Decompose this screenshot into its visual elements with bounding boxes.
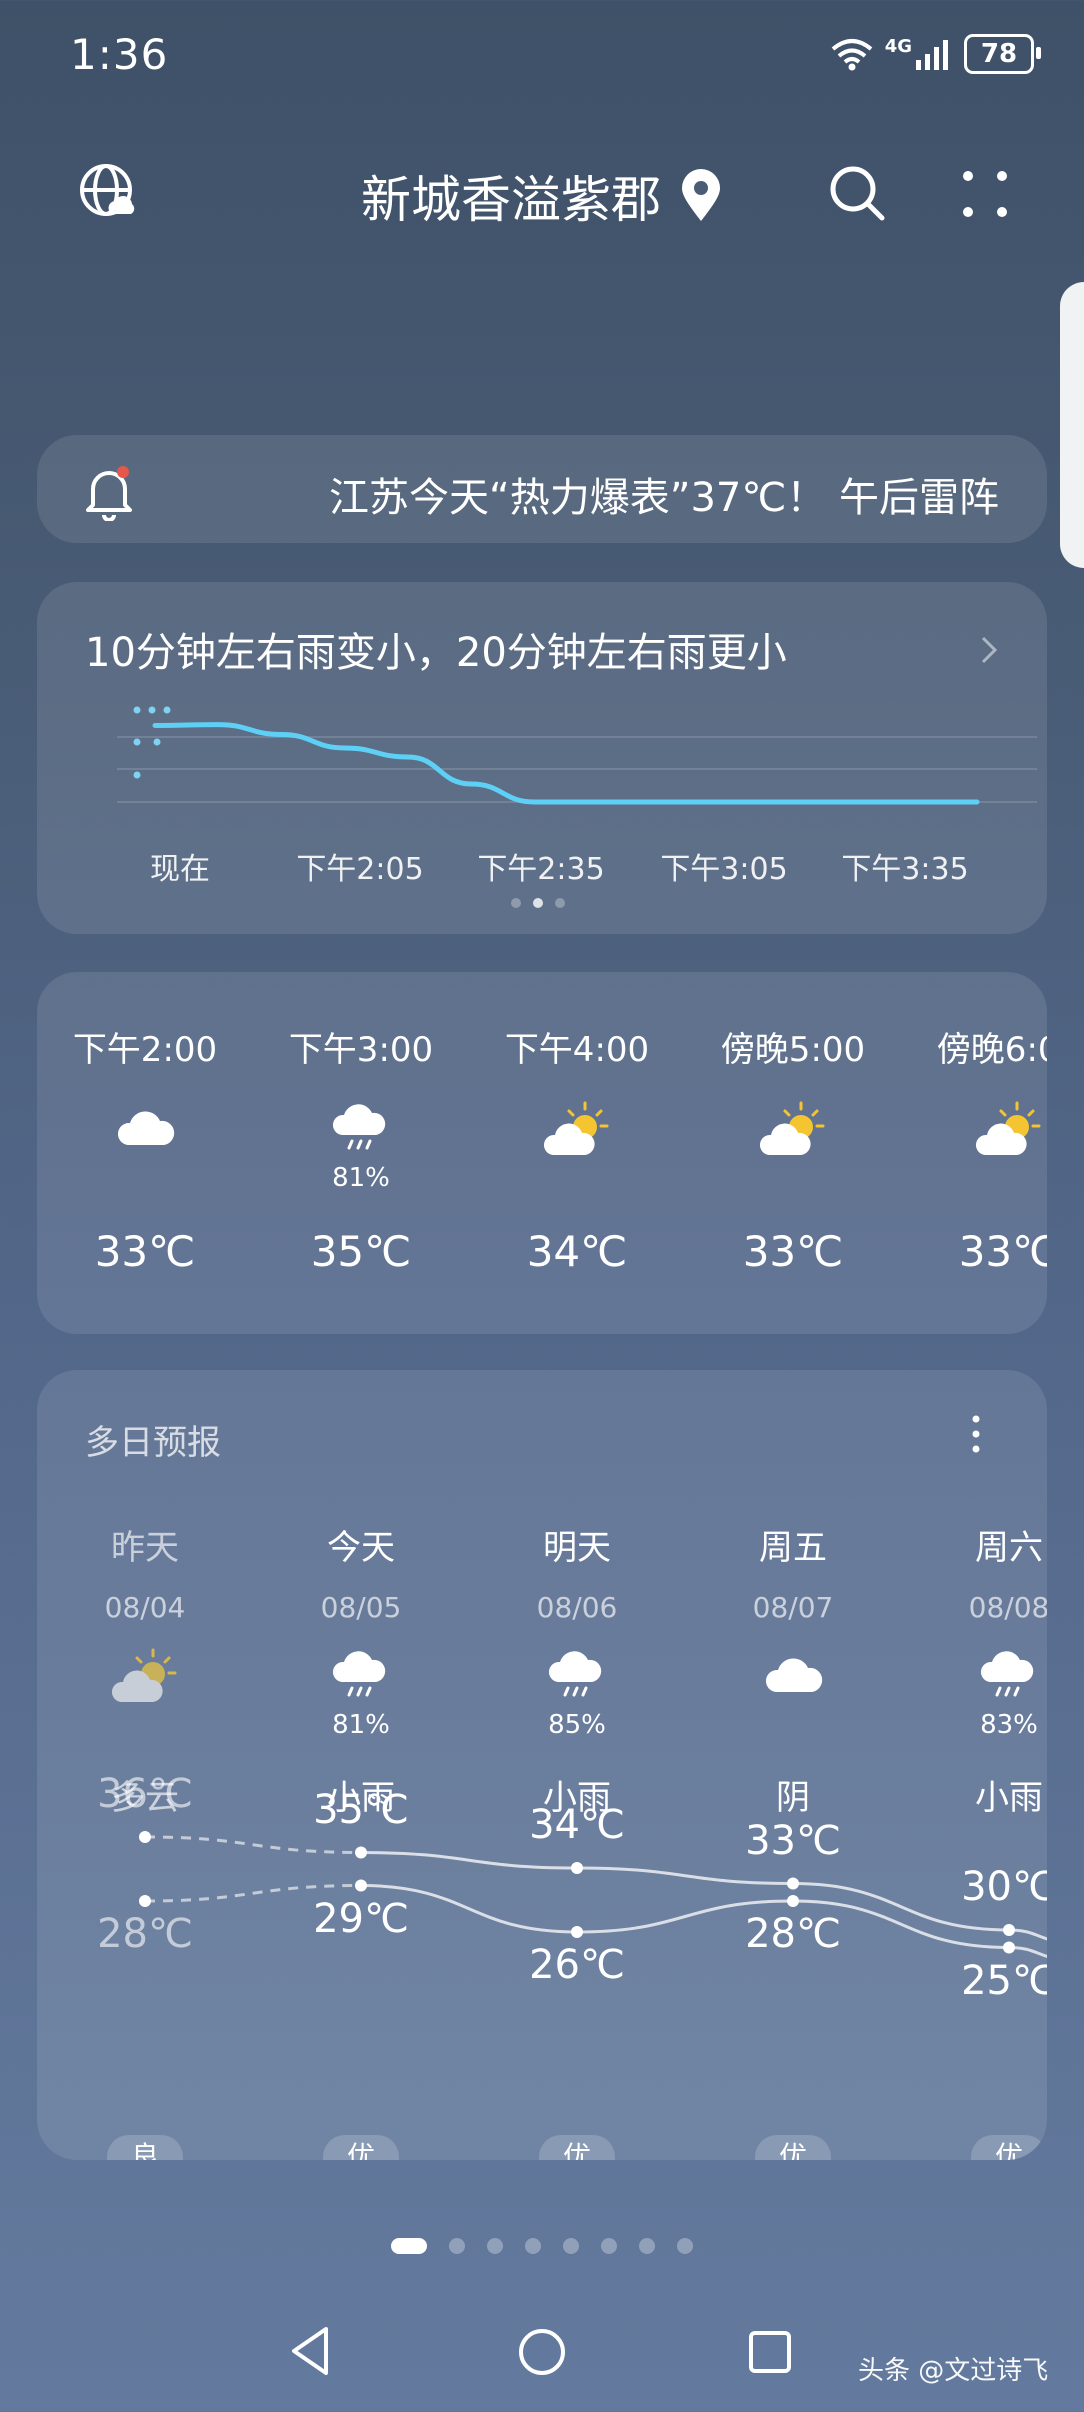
- hourly-item[interactable]: 傍晚5:00 33℃: [685, 1022, 901, 1276]
- chevron-right-icon[interactable]: [977, 632, 1001, 668]
- hour-time: 下午2:00: [72, 1030, 218, 1070]
- location-title[interactable]: 新城香溢紫郡: [0, 160, 1084, 232]
- status-time: 1:36: [70, 30, 169, 79]
- signal-icon: [916, 40, 948, 70]
- low-temp-point: [571, 1926, 583, 1938]
- watermark-text: 头条 @文过诗飞: [858, 2356, 1049, 2386]
- low-temp-label: 28℃: [97, 1911, 193, 1957]
- temperature-chart: [139, 1831, 1047, 1959]
- partly-sunny-icon: [685, 1099, 901, 1163]
- high-temp-point: [1003, 1924, 1015, 1936]
- low-temp-point: [355, 1879, 367, 1892]
- low-temp-label: 29℃: [313, 1895, 409, 1942]
- alert-text: 江苏今天“热力爆表”37℃！ 午后雷阵: [329, 475, 999, 521]
- high-temp-past-line: [144, 1835, 362, 1854]
- search-icon[interactable]: [828, 164, 888, 228]
- rain-title: 10分钟左右雨变小，20分钟左右雨更小: [85, 630, 787, 676]
- aqi-badge: 良: [107, 2135, 183, 2160]
- rain-icon: [253, 1099, 469, 1163]
- rain-time-label: 下午3:05: [660, 852, 788, 887]
- low-temp-label: 26℃: [529, 1942, 625, 1988]
- hourly-item[interactable]: 下午4:00 34℃: [469, 1022, 685, 1276]
- hour-time: 下午3:00: [288, 1030, 434, 1070]
- hourly-item[interactable]: 下午2:00 33℃: [37, 1022, 253, 1276]
- location-name: 新城香溢紫郡: [361, 171, 661, 229]
- rain-drops-icon: [133, 706, 171, 779]
- hour-time: 傍晚5:00: [720, 1030, 866, 1070]
- low-temp-label: 25℃: [961, 1957, 1047, 2004]
- low-temp-point: [1003, 1941, 1015, 1954]
- page-dot[interactable]: [391, 2238, 427, 2254]
- hourly-forecast-card[interactable]: 下午2:00 33℃ 下午3:00 81% 35℃ 下午4:00 34℃ 傍晚5:00 33℃ 傍…: [37, 972, 1047, 1334]
- page-dot[interactable]: [601, 2238, 617, 2254]
- aqi-badge: 优: [323, 2135, 399, 2160]
- side-drawer-handle[interactable]: [1060, 282, 1084, 568]
- page-dot[interactable]: [525, 2238, 541, 2254]
- more-menu-icon[interactable]: [960, 168, 1010, 224]
- hour-temp: 33℃: [958, 1227, 1047, 1276]
- rain-time-label: 下午3:35: [841, 852, 969, 887]
- hour-temp: 35℃: [310, 1227, 412, 1276]
- hour-temp: 33℃: [742, 1227, 844, 1276]
- aqi-badge: 优: [755, 2135, 831, 2160]
- hour-precip: 81%: [332, 1163, 390, 1193]
- high-temp-point: [787, 1877, 799, 1890]
- aqi-badge: 优: [971, 2135, 1047, 2160]
- page-dot[interactable]: [487, 2238, 503, 2254]
- high-temp-label: 35℃: [313, 1786, 409, 1833]
- hour-time: 傍晚6:00: [936, 1030, 1047, 1070]
- battery-level: 78: [980, 39, 1018, 69]
- low-temp-label: 28℃: [745, 1911, 841, 1957]
- nav-back-icon[interactable]: [288, 2325, 332, 2377]
- page-dot[interactable]: [449, 2238, 465, 2254]
- aqi-badge: 优: [539, 2135, 615, 2160]
- hour-temp: 33℃: [94, 1227, 196, 1276]
- high-temp-point: [355, 1846, 367, 1859]
- network-label: 4G: [884, 35, 912, 57]
- wifi-icon: [831, 39, 872, 71]
- high-temp-label: 36℃: [97, 1771, 193, 1817]
- page-dot[interactable]: [677, 2238, 693, 2254]
- high-temp-point: [571, 1862, 583, 1874]
- rain-intensity-chart: [117, 706, 1037, 805]
- nav-home-icon[interactable]: [518, 2328, 566, 2376]
- battery-indicator: 78: [964, 34, 1041, 74]
- high-temp-label: 33℃: [745, 1817, 841, 1864]
- hour-time: 下午4:00: [504, 1030, 650, 1070]
- high-temp-point: [139, 1831, 151, 1843]
- rain-time-label: 下午2:35: [477, 852, 605, 887]
- nav-recents-icon[interactable]: [748, 2330, 792, 2374]
- hourly-item[interactable]: 下午3:00 81% 35℃: [253, 1022, 469, 1276]
- rain-pager-dots: [511, 898, 565, 908]
- cloudy-icon: [37, 1099, 253, 1163]
- hourly-item[interactable]: 傍晚6:00 33℃: [901, 1022, 1047, 1276]
- page-dot[interactable]: [639, 2238, 655, 2254]
- hour-temp: 34℃: [526, 1227, 628, 1276]
- rain-time-label: 下午2:05: [296, 852, 424, 887]
- bell-alert-icon: [86, 466, 132, 521]
- high-temp-line: [360, 1851, 1047, 1941]
- location-pin-icon: [682, 169, 720, 221]
- partly-sunny-icon: [901, 1099, 1047, 1163]
- low-temp-point: [139, 1895, 151, 1907]
- page-indicator[interactable]: [0, 2238, 1084, 2254]
- rain-time-label: 现在: [150, 852, 210, 887]
- alert-banner[interactable]: 江苏今天“热力爆表”37℃！ 午后雷阵: [37, 435, 1047, 543]
- page-dot[interactable]: [563, 2238, 579, 2254]
- low-temp-point: [787, 1895, 799, 1907]
- partly-sunny-icon: [469, 1099, 685, 1163]
- high-temp-label: 34℃: [529, 1802, 625, 1848]
- rain-nowcast-card[interactable]: 10分钟左右雨变小，20分钟左右雨更小 现在 下午2:05 下午2:35 下午3:05…: [37, 582, 1047, 934]
- high-temp-label: 30℃: [961, 1864, 1047, 1910]
- multi-day-forecast-card[interactable]: 多日预报 昨天 08/04 多云 今天 08/05 81% 小雨 明天 08/06 85% 小雨 周五…: [37, 1370, 1047, 2160]
- status-icons: 4G 78: [829, 34, 1041, 74]
